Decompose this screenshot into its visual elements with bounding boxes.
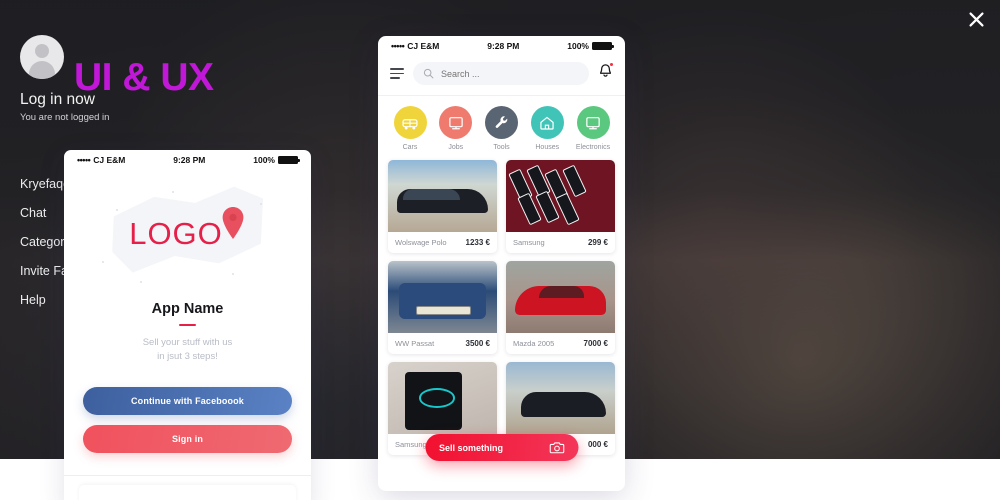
notifications-button[interactable]	[598, 62, 614, 84]
listing-photo	[388, 160, 497, 232]
avatar[interactable]	[20, 35, 64, 79]
listing-card[interactable]: Wolswage Polo 1233 €	[388, 160, 497, 253]
logo-area: LOGO	[64, 169, 311, 299]
continue-with-facebook-button[interactable]: Continue with Faceboook	[83, 386, 292, 415]
category-item-electronics[interactable]: Electronics	[574, 106, 612, 151]
listing-photo	[388, 362, 497, 434]
status-bar: ••••• CJ E&M 9:28 PM 100%	[64, 150, 311, 169]
sell-button-label: Sell something	[439, 442, 504, 453]
battery-percent: 100%	[253, 155, 275, 165]
category-label: Cars	[402, 144, 418, 151]
footer-card-peek	[79, 484, 296, 500]
status-bar: ••••• CJ E&M 9:28 PM 100%	[378, 36, 625, 55]
battery-icon	[277, 156, 301, 164]
tagline-line-2: in jsut 3 steps!	[157, 351, 218, 363]
phone-screen-feed: ••••• CJ E&M 9:28 PM 100% Search ... Car…	[378, 36, 625, 491]
listing-photo	[506, 362, 615, 434]
listing-title: Mazda 2005	[513, 339, 555, 348]
listings-row: Wolswage Polo 1233 € Samsung 299 €	[388, 160, 615, 253]
tagline: Sell your stuff with us in jsut 3 steps!	[64, 336, 311, 365]
carrier-label: CJ E&M	[93, 155, 126, 165]
app-name: App Name	[151, 301, 224, 317]
login-status-text: You are not logged in	[20, 112, 110, 123]
listing-price: 299 €	[587, 238, 608, 247]
listing-card[interactable]: WW Passat 3500 €	[388, 261, 497, 354]
carrier-label: CJ E&M	[407, 41, 440, 51]
category-label: Jobs	[448, 144, 464, 151]
listing-price: 000 €	[587, 440, 608, 449]
category-strip: Cars Jobs Tools Houses Electronics	[378, 96, 625, 158]
phone-screen-splash: ••••• CJ E&M 9:28 PM 100% LOGO App Name …	[64, 150, 311, 500]
search-box[interactable]	[413, 62, 589, 85]
logo-text: LOGO	[129, 216, 223, 251]
listing-photo	[506, 160, 615, 232]
clock-label: 9:28 PM	[487, 41, 520, 51]
search-icon	[423, 68, 434, 79]
category-label: Tools	[493, 144, 510, 151]
category-item-houses[interactable]: Houses	[528, 106, 566, 151]
listing-price: 3500 €	[465, 339, 490, 348]
signal-dots: •••••	[391, 41, 405, 51]
sell-something-button[interactable]: Sell something	[425, 434, 578, 461]
tagline-line-1: Sell your stuff with us	[142, 337, 233, 348]
listing-price: 7000 €	[583, 339, 608, 348]
category-label: Electronics	[575, 144, 611, 151]
clock-label: 9:28 PM	[173, 155, 206, 165]
listing-title: WW Passat	[395, 339, 435, 348]
listing-card[interactable]: Samsung 299 €	[506, 160, 615, 253]
footer-divider	[64, 474, 311, 476]
category-item-tools[interactable]: Tools	[483, 106, 521, 151]
search-toolbar	[378, 55, 625, 95]
title-underline	[179, 324, 196, 326]
listing-card[interactable]: Mazda 2005 7000 €	[506, 261, 615, 354]
hamburger-menu-icon[interactable]	[390, 68, 404, 79]
search-input[interactable]	[441, 68, 579, 79]
page-title: UI & UX	[74, 56, 214, 99]
map-pin-icon	[222, 207, 244, 239]
auth-buttons: Continue with Faceboook Sign in	[64, 365, 311, 453]
category-item-cars[interactable]: Cars	[391, 106, 429, 151]
battery-percent: 100%	[567, 41, 589, 51]
listing-title: Samsung	[513, 238, 545, 247]
listings-grid: Wolswage Polo 1233 € Samsung 299 € WW Pa…	[378, 158, 625, 455]
category-item-jobs[interactable]: Jobs	[437, 106, 475, 151]
home-icon	[530, 106, 564, 139]
battery-icon	[591, 42, 615, 50]
category-label: Houses	[535, 144, 560, 151]
car-icon	[393, 106, 427, 139]
wrench-icon	[485, 106, 518, 139]
monitor-icon	[439, 106, 473, 139]
listing-price: 1233 €	[465, 238, 490, 247]
sign-in-button[interactable]: Sign in	[83, 424, 292, 453]
signal-dots: •••••	[77, 155, 91, 165]
listing-title: Wolswage Polo	[395, 238, 447, 247]
listing-photo	[506, 261, 615, 333]
camera-icon	[549, 442, 564, 454]
tv-icon	[576, 106, 610, 139]
listings-row: WW Passat 3500 € Mazda 2005 7000 €	[388, 261, 615, 354]
notification-badge	[609, 62, 614, 67]
listing-photo	[388, 261, 497, 333]
